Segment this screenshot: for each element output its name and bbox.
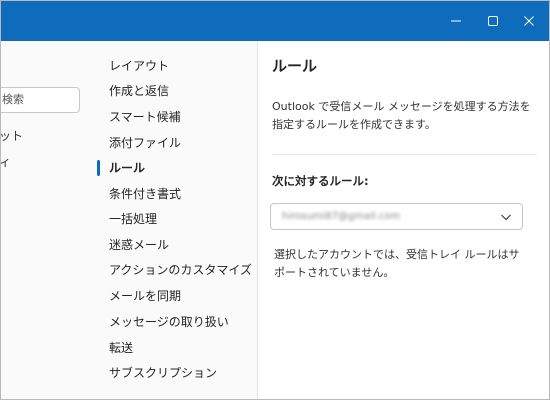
nav-item-junk-email[interactable]: 迷惑メール xyxy=(109,235,169,255)
settings-window: 検索 ット ィ レイアウト 作成と返信 スマート候補 添付ファイル ルール 条件… xyxy=(0,0,550,400)
title-bar xyxy=(1,1,549,41)
nav-item-subscriptions[interactable]: サブスクリプション xyxy=(109,363,217,383)
settings-category-pane: 検索 ット ィ xyxy=(1,41,96,399)
maximize-icon xyxy=(488,16,498,26)
nav-item-customize-actions[interactable]: アクションのカスタマイズ xyxy=(109,260,252,280)
active-nav-indicator xyxy=(97,160,100,176)
category-item[interactable]: ット xyxy=(1,127,23,144)
nav-item-smart-suggestions[interactable]: スマート候補 xyxy=(109,107,181,127)
nav-item-sweep[interactable]: 一括処理 xyxy=(109,209,157,229)
nav-item-message-handling[interactable]: メッセージの取り扱い xyxy=(109,312,229,332)
rules-unsupported-note: 選択したアカウントでは、受信トレイ ルールはサポートされていません。 xyxy=(274,248,520,279)
settings-search-input[interactable]: 検索 xyxy=(1,87,80,113)
settings-nav: レイアウト 作成と返信 スマート候補 添付ファイル ルール 条件付き書式 一括処… xyxy=(96,41,258,399)
rules-for-label: 次に対するルール: xyxy=(272,174,369,188)
account-select-value: hirosumi87@gmail.com xyxy=(282,211,401,222)
divider xyxy=(272,154,537,155)
category-item[interactable]: ィ xyxy=(1,153,11,170)
nav-item-attachments[interactable]: 添付ファイル xyxy=(109,133,181,153)
close-button[interactable] xyxy=(506,1,549,41)
minimize-icon xyxy=(451,20,461,22)
account-select[interactable]: hirosumi87@gmail.com xyxy=(270,203,523,230)
nav-item-sync-email[interactable]: メールを同期 xyxy=(109,286,181,306)
close-icon xyxy=(524,16,534,26)
rules-description: Outlook で受信メール メッセージを処理する方法を指定するルールを作成でき… xyxy=(272,100,531,131)
nav-item-conditional-formatting[interactable]: 条件付き書式 xyxy=(109,184,181,204)
nav-item-forwarding[interactable]: 転送 xyxy=(109,338,133,358)
nav-item-compose-reply[interactable]: 作成と返信 xyxy=(109,81,169,101)
chevron-down-icon xyxy=(501,214,511,221)
nav-item-rules[interactable]: ルール xyxy=(109,158,145,178)
rules-panel: ルール Outlook で受信メール メッセージを処理する方法を指定するルールを… xyxy=(258,41,549,399)
nav-item-layout[interactable]: レイアウト xyxy=(109,56,169,76)
page-title: ルール xyxy=(272,57,318,75)
